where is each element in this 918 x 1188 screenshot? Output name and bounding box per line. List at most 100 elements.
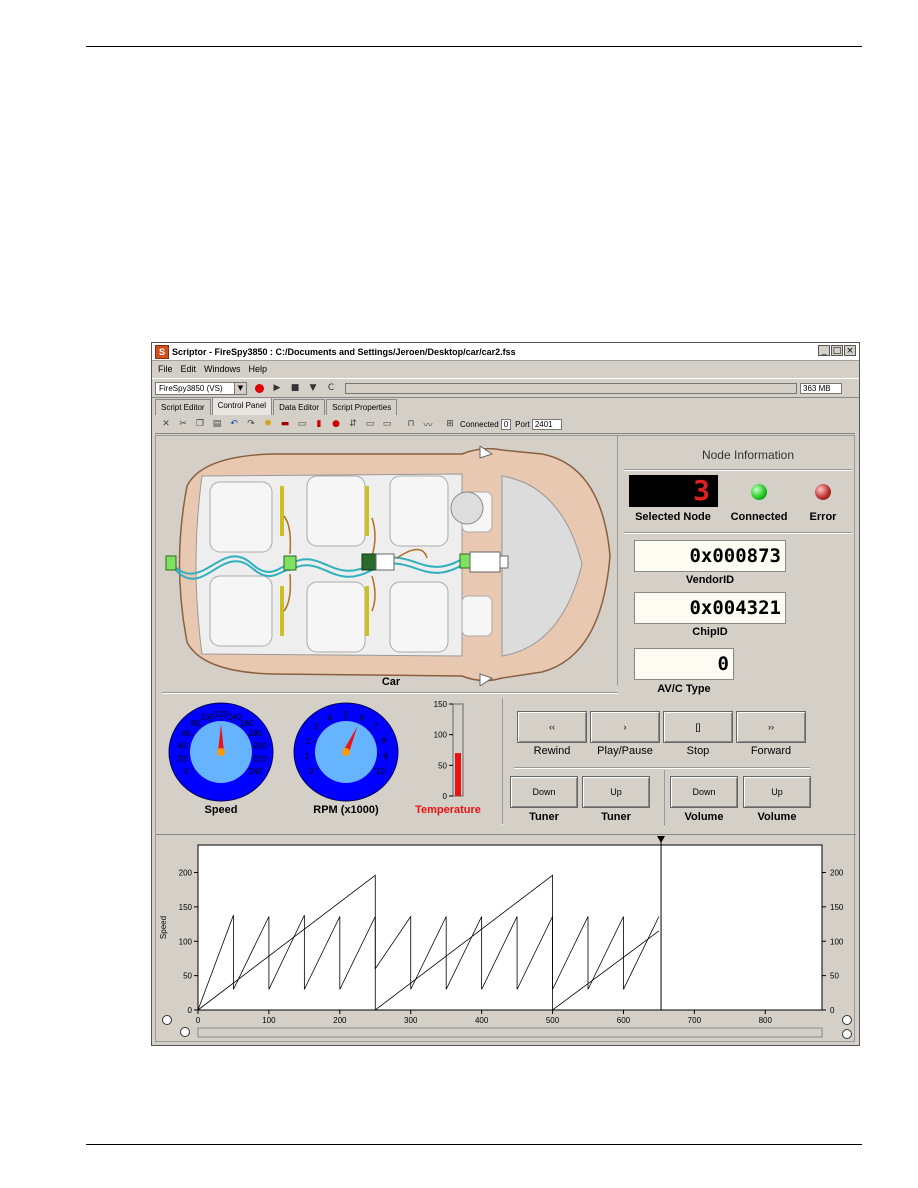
y-tick-label: 150	[179, 903, 193, 912]
connected-led-label: Connected	[730, 511, 788, 523]
menu-help[interactable]: Help	[249, 364, 268, 374]
play-pause-button-glyph: ›	[623, 722, 627, 732]
rpm-gauge-hub	[342, 748, 350, 756]
record-icon[interactable]	[253, 382, 265, 394]
x-tick-label: 800	[759, 1016, 773, 1025]
temperature-label: Temperature	[415, 804, 481, 816]
stop-label: Stop	[686, 745, 710, 757]
text-field-icon[interactable]: ▭	[364, 418, 376, 430]
tab-data-editor[interactable]: Data Editor	[273, 399, 326, 416]
rpm-gauge-tick-label: 10	[376, 767, 385, 776]
y-tick-label: 50	[183, 972, 192, 981]
speed-gauge-tick-label: 100	[201, 712, 215, 721]
connected-led	[751, 484, 767, 500]
pause-icon[interactable]: ▼	[307, 382, 319, 394]
zoom-in-y-icon[interactable]	[842, 1015, 852, 1025]
play-pause-button[interactable]: ›	[590, 711, 660, 743]
led-icon[interactable]: ●	[330, 418, 342, 430]
undo-icon[interactable]: ↶	[228, 418, 240, 430]
y-tick-label: 200	[179, 869, 193, 878]
volume-up-button[interactable]: Up	[743, 776, 811, 808]
numeric-field-icon[interactable]: ▭	[381, 418, 393, 430]
speed-gauge-tick-label: 80	[191, 719, 200, 728]
error-led	[815, 484, 831, 500]
temperature-tick-label: 100	[434, 731, 448, 740]
chart-plot-area	[197, 844, 823, 1011]
x-tick-label: 200	[333, 1016, 347, 1025]
counter-icon[interactable]: ▭	[296, 418, 308, 430]
chevron-down-icon[interactable]: ▼	[234, 382, 246, 394]
port-field[interactable]: 2401	[531, 418, 562, 430]
meter-icon[interactable]: ▮	[313, 418, 325, 430]
divider-tuner-volume	[664, 770, 665, 827]
zoom-in-x-icon[interactable]	[162, 1015, 172, 1025]
rpm-gauge-tick-label: 3	[314, 723, 319, 732]
divider-node-title	[624, 469, 852, 471]
stop-button[interactable]: []	[663, 711, 733, 743]
redo-icon[interactable]: ↷	[245, 418, 257, 430]
light-icon[interactable]: ✺	[262, 418, 274, 430]
stop-icon[interactable]: ■	[289, 382, 301, 394]
temperature-tick-label: 0	[443, 792, 448, 801]
control-panel: Car Node Information 3 Selected Node Con…	[155, 435, 856, 1042]
temperature-tick-label: 50	[438, 761, 447, 770]
delete-icon[interactable]: ✕	[160, 418, 172, 430]
paste-icon[interactable]: ▤	[211, 418, 223, 430]
x-tick-label: 300	[404, 1016, 418, 1025]
zoom-out-x-icon[interactable]	[180, 1027, 190, 1037]
lock-icon[interactable]: ⊓	[405, 418, 417, 430]
speed-gauge-tick-label: 0	[184, 767, 189, 776]
y-tick-label: 100	[179, 937, 193, 946]
rpm-gauge: 01 234 5 678 9 10	[293, 702, 399, 802]
play-icon[interactable]: ▶	[271, 382, 283, 394]
tab-script-editor[interactable]: Script Editor	[155, 399, 211, 416]
tuner-up-button[interactable]: Up	[582, 776, 650, 808]
tab-script-properties[interactable]: Script Properties	[326, 399, 398, 416]
y-tick-label: 0	[188, 1006, 193, 1015]
rpm-gauge-tick-label: 1	[304, 752, 309, 761]
graph-icon[interactable]: 〰	[422, 418, 434, 431]
avc-type-label: AV/C Type	[657, 683, 711, 695]
tuner-down-button[interactable]: Down	[510, 776, 578, 808]
rewind-button[interactable]: ‹‹	[517, 711, 587, 743]
device-select-value: FireSpy3850 (VS)	[159, 383, 223, 393]
connected-field[interactable]: 0	[500, 418, 512, 430]
forward-button[interactable]: ››	[736, 711, 806, 743]
app-icon: S	[155, 344, 169, 359]
tuner-down-label: Tuner	[529, 811, 559, 823]
x-tick-label: 500	[546, 1016, 560, 1025]
speed-gauge-tick-label: 20	[177, 755, 186, 764]
speed-gauge-tick-label: 200	[254, 741, 268, 750]
rpm-gauge-tick	[376, 741, 379, 743]
slider-icon[interactable]: ⇵	[347, 418, 359, 430]
display-icon[interactable]: ▬	[279, 418, 291, 430]
minimize-button[interactable]: _	[818, 345, 830, 356]
volume-down-button-glyph: Down	[692, 787, 716, 797]
x-tick-label: 0	[196, 1016, 201, 1025]
network-icon[interactable]: ⊞	[444, 418, 456, 430]
zoom-out-y-icon[interactable]	[842, 1029, 852, 1039]
menu-edit[interactable]: Edit	[181, 364, 197, 374]
forward-button-glyph: ››	[768, 722, 774, 732]
rpm-gauge-tick-label: 8	[382, 736, 387, 745]
divider-horizontal-main	[162, 692, 618, 694]
clear-icon[interactable]: C	[325, 382, 337, 394]
volume-up-button-glyph: Up	[771, 787, 783, 797]
volume-down-button[interactable]: Down	[670, 776, 738, 808]
device-select[interactable]: FireSpy3850 (VS) ▼	[155, 381, 247, 395]
speed-gauge-tick	[208, 719, 211, 723]
y-tick-label-right: 150	[830, 903, 844, 912]
close-button[interactable]: ×	[844, 345, 856, 356]
menu-file[interactable]: File	[158, 364, 173, 374]
vendor-id-field: 0x000873	[634, 540, 786, 572]
page-footer-rule	[86, 1144, 862, 1145]
rpm-gauge-tick-label: 6	[360, 713, 365, 722]
car-label: Car	[381, 676, 401, 688]
menu-windows[interactable]: Windows	[204, 364, 241, 374]
rewind-button-glyph: ‹‹	[549, 722, 555, 732]
copy-icon[interactable]: ❐	[194, 418, 206, 430]
rpm-gauge-tick-label: 9	[384, 752, 389, 761]
tab-control-panel[interactable]: Control Panel	[211, 397, 273, 416]
cut-icon[interactable]: ✂	[177, 418, 189, 430]
maximize-button[interactable]: □	[831, 345, 843, 356]
